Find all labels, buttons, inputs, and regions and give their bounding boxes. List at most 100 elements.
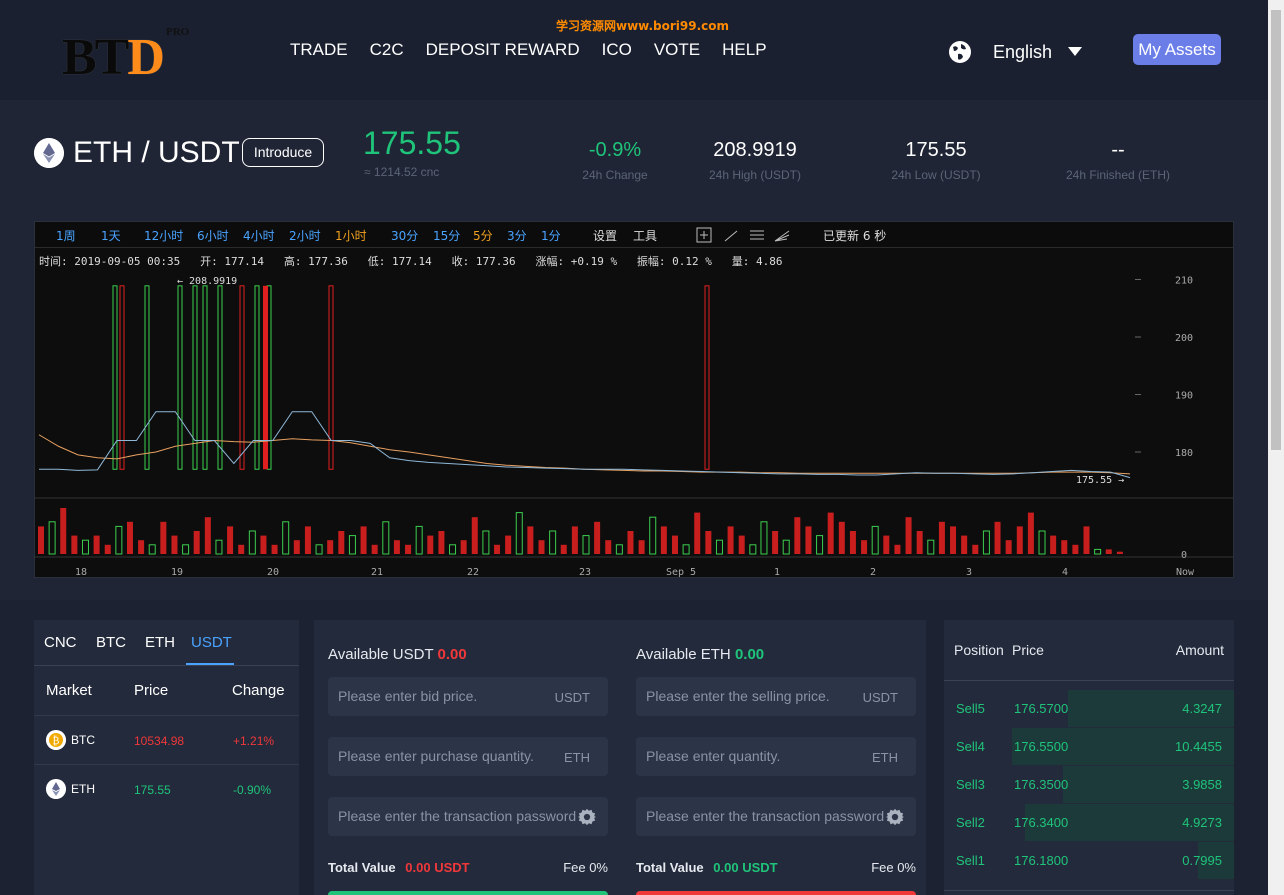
bid-price-input[interactable]: Please enter bid price. USDT bbox=[328, 677, 608, 716]
orderbook-row[interactable]: Sell2 176.3400 4.9273 bbox=[944, 804, 1234, 841]
my-assets-button[interactable]: My Assets bbox=[1133, 34, 1221, 65]
sell-button[interactable] bbox=[636, 891, 916, 895]
gear-icon[interactable] bbox=[578, 808, 596, 826]
orderbook-row[interactable]: Sell1 176.1800 0.7995 bbox=[944, 842, 1234, 879]
sell-price-input[interactable]: Please enter the selling price. USDT bbox=[636, 677, 916, 716]
sell-fee: Fee 0% bbox=[871, 860, 916, 875]
period-3m[interactable]: 3分 bbox=[507, 227, 527, 244]
volume-bar bbox=[260, 535, 267, 554]
volume-bar bbox=[950, 526, 957, 554]
period-4h[interactable]: 4小时 bbox=[243, 227, 275, 244]
divider bbox=[944, 890, 1234, 891]
sell-available-label: Available ETH bbox=[636, 646, 731, 663]
volume-bar bbox=[638, 540, 645, 554]
sell-total-label: Total Value bbox=[636, 860, 704, 875]
nav-c2c[interactable]: C2C bbox=[370, 40, 404, 60]
ob-position: Sell4 bbox=[956, 739, 985, 754]
orderbook-row[interactable]: Sell5 176.5700 4.3247 bbox=[944, 690, 1234, 727]
volume-bar bbox=[405, 544, 412, 554]
scrollbar-thumb[interactable] bbox=[1271, 10, 1281, 450]
market-name: ETH bbox=[71, 782, 95, 796]
nav-ico[interactable]: ICO bbox=[602, 40, 632, 60]
globe-icon[interactable] bbox=[948, 40, 972, 64]
stat-label: 24h High (USDT) bbox=[708, 168, 802, 182]
orderbook-row[interactable]: Sell3 176.3500 3.9858 bbox=[944, 766, 1234, 803]
ob-price: 176.1800 bbox=[1014, 853, 1069, 868]
nav-deposit-reward[interactable]: DEPOSIT REWARD bbox=[426, 40, 580, 60]
nav-help[interactable]: HELP bbox=[722, 40, 766, 60]
volume-bar bbox=[282, 521, 290, 555]
volume-bar bbox=[738, 535, 745, 554]
nav-vote[interactable]: VOTE bbox=[654, 40, 700, 60]
x-tick-label: 2 bbox=[870, 567, 876, 577]
price-col-header: Price bbox=[134, 682, 169, 699]
logo-pro: PRO bbox=[166, 26, 190, 38]
tab-btc[interactable]: BTC bbox=[96, 634, 126, 651]
tab-eth[interactable]: ETH bbox=[145, 634, 175, 651]
watermark-text: 学习资源网www.bori99.com bbox=[556, 19, 730, 33]
candle bbox=[217, 285, 223, 470]
stat-24h-low: 175.55 24h Low (USDT) bbox=[880, 139, 992, 182]
buy-button[interactable] bbox=[328, 891, 608, 895]
period-1m[interactable]: 1分 bbox=[541, 227, 561, 244]
volume-bar bbox=[248, 530, 256, 555]
sell-password-input[interactable]: Please enter the transaction password bbox=[636, 797, 916, 836]
period-5m[interactable]: 5分 bbox=[473, 227, 493, 244]
tab-cnc[interactable]: CNC bbox=[44, 634, 77, 651]
volume-bar bbox=[160, 521, 167, 554]
market-tabs: CNC BTC ETH USDT bbox=[34, 620, 299, 666]
drawing-tools-icon[interactable] bbox=[695, 227, 815, 243]
kline-chart[interactable]: 1周 1天 12小时 6小时 4小时 2小时 1小时 30分 15分 5分 3分… bbox=[34, 221, 1234, 578]
buy-total: Total Value 0.00 USDT Fee 0% bbox=[328, 860, 608, 875]
period-30m[interactable]: 30分 bbox=[391, 227, 418, 244]
stat-value: 208.9919 bbox=[713, 139, 797, 161]
x-tick-label: 1 bbox=[774, 567, 780, 577]
volume-bar bbox=[727, 526, 734, 554]
market-row-btc[interactable]: ₿ BTC 10534.98 +1.21% bbox=[34, 715, 299, 764]
nav-trade[interactable]: TRADE bbox=[290, 40, 348, 60]
candle bbox=[177, 285, 183, 470]
sell-quantity-input[interactable]: Please enter quantity. ETH bbox=[636, 737, 916, 776]
orderbook-row[interactable]: Sell4 176.5500 10.4455 bbox=[944, 728, 1234, 765]
x-tick-label: 19 bbox=[171, 567, 183, 577]
chart-settings[interactable]: 设置 bbox=[593, 227, 617, 244]
volume-bar bbox=[705, 531, 712, 554]
sell-price-placeholder: Please enter the selling price. bbox=[646, 688, 830, 704]
volume-bar bbox=[1083, 526, 1090, 554]
volume-bar bbox=[961, 535, 968, 554]
volume-bar bbox=[315, 544, 323, 555]
high-marker: ← 208.9919 bbox=[177, 276, 237, 287]
period-12h[interactable]: 12小时 bbox=[144, 227, 183, 244]
period-6h[interactable]: 6小时 bbox=[197, 227, 229, 244]
market-row-eth[interactable]: ETH 175.55 -0.90% bbox=[34, 764, 299, 813]
chart-canvas[interactable]: 210200190180018 19 20 21 22 23 Sep 5 1 2 3 4 Now← 2… bbox=[35, 248, 1233, 577]
buy-password-input[interactable]: Please enter the transaction password bbox=[328, 797, 608, 836]
volume-bar bbox=[115, 525, 123, 555]
x-tick-label: 3 bbox=[966, 567, 972, 577]
x-tick-label: Now bbox=[1176, 567, 1195, 577]
gear-icon[interactable] bbox=[886, 808, 904, 826]
volume-bar bbox=[505, 535, 512, 554]
volume-bar bbox=[605, 540, 612, 554]
scrollbar[interactable] bbox=[1268, 0, 1284, 895]
period-1h[interactable]: 1小时 bbox=[335, 227, 367, 244]
language-selector[interactable]: English bbox=[993, 42, 1052, 63]
chevron-down-icon[interactable] bbox=[1068, 47, 1082, 56]
btd-logo[interactable]: BTD PRO bbox=[60, 24, 200, 86]
x-tick-label: 18 bbox=[75, 567, 87, 577]
logo-text: BTD bbox=[62, 29, 165, 86]
volume-bar bbox=[494, 544, 501, 554]
chart-tools[interactable]: 工具 bbox=[633, 227, 657, 244]
period-1w[interactable]: 1周 bbox=[56, 227, 76, 244]
period-1d[interactable]: 1天 bbox=[101, 227, 121, 244]
bid-price-unit: USDT bbox=[554, 690, 590, 705]
buy-quantity-input[interactable]: Please enter purchase quantity. ETH bbox=[328, 737, 608, 776]
volume-bar bbox=[938, 521, 945, 554]
y-tick-label: 190 bbox=[1175, 391, 1193, 402]
tab-usdt[interactable]: USDT bbox=[191, 634, 232, 651]
period-2h[interactable]: 2小时 bbox=[289, 227, 321, 244]
introduce-button[interactable]: Introduce bbox=[242, 138, 324, 167]
sell-quantity-placeholder: Please enter quantity. bbox=[646, 748, 781, 764]
volume-bar bbox=[449, 544, 457, 555]
period-15m[interactable]: 15分 bbox=[433, 227, 460, 244]
